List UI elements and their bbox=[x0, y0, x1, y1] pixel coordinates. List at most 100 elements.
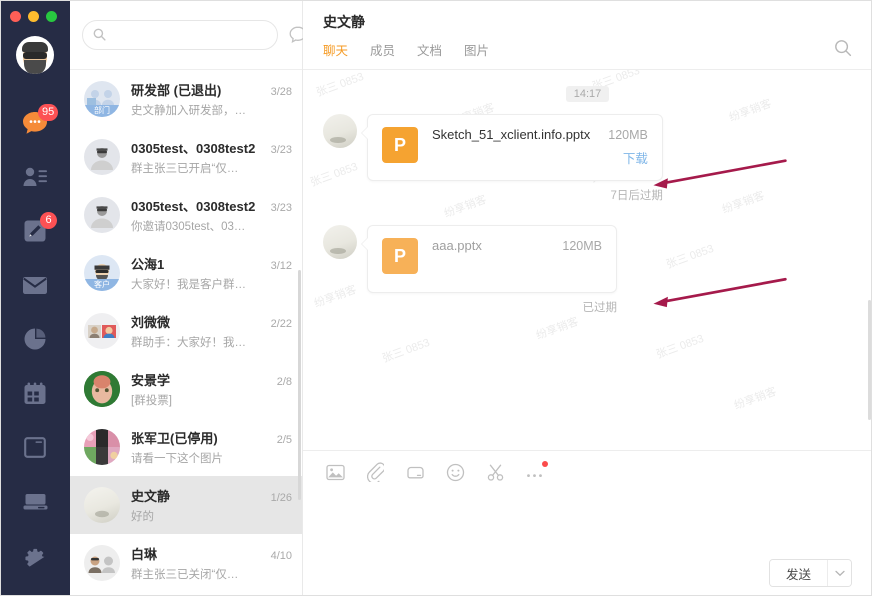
avatar bbox=[84, 197, 120, 233]
list-item[interactable]: 部门 研发部 (已退出) 3/28 史文静加入研发部，… bbox=[70, 70, 302, 128]
sidebar-item-notes[interactable]: 6 bbox=[0, 204, 70, 258]
avatar bbox=[84, 139, 120, 175]
list-item-text: 刘微微 2/22 群助手：大家好！我… bbox=[131, 312, 292, 350]
watermark: 张三 0853 bbox=[654, 332, 706, 362]
search-input[interactable] bbox=[112, 27, 267, 42]
emoji-button[interactable] bbox=[443, 460, 467, 484]
list-item-date: 3/12 bbox=[270, 260, 292, 272]
scissors-icon bbox=[487, 464, 503, 481]
list-item-title: 刘微微 bbox=[131, 315, 171, 330]
list-item-preview: 大家好！我是客户群… bbox=[131, 279, 246, 291]
list-item[interactable]: 0305test、0308test2 3/23 群主张三已开启“仅… bbox=[70, 128, 302, 186]
list-item-text: 研发部 (已退出) 3/28 史文静加入研发部，… bbox=[131, 80, 292, 118]
avatar bbox=[84, 313, 120, 349]
conversation-header: 史文静 聊天 成员 文档 图片 bbox=[303, 0, 872, 70]
duo-person-avatar-icon bbox=[88, 556, 115, 573]
calendar-icon bbox=[24, 382, 46, 404]
chat-list-scrollbar[interactable] bbox=[298, 270, 301, 500]
chevron-down-icon bbox=[834, 570, 845, 576]
message-bubble-wrap: P Sketch_51_xclient.info.pptx 120MB 下载 7… bbox=[361, 114, 663, 203]
avatar[interactable] bbox=[323, 114, 357, 148]
file-message-bubble[interactable]: P Sketch_51_xclient.info.pptx 120MB 下载 bbox=[361, 114, 663, 181]
sidebar-item-messages[interactable]: 95 bbox=[0, 96, 70, 150]
message-bubble-wrap: P aaa.pptx 120MB 已过期 bbox=[361, 225, 618, 315]
list-item[interactable]: 刘微微 2/22 群助手：大家好！我… bbox=[70, 302, 302, 360]
more-button[interactable] bbox=[523, 460, 548, 484]
list-item[interactable]: 客户 公海1 3/12 大家好！我是客户群… bbox=[70, 244, 302, 302]
avatar bbox=[84, 545, 120, 581]
file-name: Sketch_51_xclient.info.pptx bbox=[432, 127, 591, 142]
list-item[interactable]: 史文静 1/26 好的 bbox=[70, 476, 302, 534]
watermark: 纷享销客 bbox=[534, 315, 581, 343]
sidebar-item-devices[interactable] bbox=[0, 474, 70, 528]
list-item[interactable]: 安景学 2/8 [群投票] bbox=[70, 360, 302, 418]
list-item-preview: 群主张三已关闭“仅… bbox=[131, 569, 239, 581]
photo-avatar-icon bbox=[84, 371, 120, 407]
composer: 发送 bbox=[303, 450, 872, 596]
search-icon bbox=[93, 28, 106, 41]
list-item[interactable]: 白琳 4/10 群主张三已关闭“仅… bbox=[70, 534, 302, 592]
list-item[interactable]: 张军卫(已停用) 2/5 请看一下这个图片 bbox=[70, 418, 302, 476]
list-item-title: 张军卫(已停用) bbox=[131, 431, 218, 446]
list-item-preview: 你邀请0305test、03… bbox=[131, 221, 246, 233]
list-item-text: 安景学 2/8 [群投票] bbox=[131, 370, 292, 408]
list-item[interactable]: 0305test、0308test2 3/23 你邀请0305test、03… bbox=[70, 186, 302, 244]
message-row: P aaa.pptx 120MB 已过期 bbox=[323, 225, 852, 315]
list-item-preview: 群主张三已开启“仅… bbox=[131, 163, 239, 175]
sidebar-item-contacts[interactable] bbox=[0, 150, 70, 204]
pie-chart-icon bbox=[24, 328, 46, 350]
file-name: aaa.pptx bbox=[432, 238, 482, 253]
sidebar-item-workspace[interactable] bbox=[0, 420, 70, 474]
avatar: 客户 bbox=[84, 255, 120, 291]
chat-list[interactable]: 部门 研发部 (已退出) 3/28 史文静加入研发部，… 0305test、03… bbox=[70, 70, 302, 596]
maximize-button[interactable] bbox=[46, 11, 57, 22]
tab-members[interactable]: 成员 bbox=[370, 40, 395, 61]
message-input[interactable] bbox=[323, 493, 852, 550]
list-item-date: 3/23 bbox=[270, 202, 292, 214]
download-link[interactable]: 下载 bbox=[623, 152, 648, 166]
tab-chat[interactable]: 聊天 bbox=[323, 40, 348, 61]
avatar bbox=[84, 487, 120, 523]
search-box[interactable] bbox=[82, 19, 278, 50]
cloud-drive-button[interactable] bbox=[403, 460, 427, 484]
screenshot-button[interactable] bbox=[483, 460, 507, 484]
tab-documents[interactable]: 文档 bbox=[417, 40, 442, 61]
page-title: 史文静 bbox=[323, 14, 365, 30]
pptx-file-icon: P bbox=[382, 238, 418, 274]
image-button[interactable] bbox=[323, 460, 347, 484]
tab-images[interactable]: 图片 bbox=[464, 40, 489, 61]
message-area: 张三 0853 张三 0853 纷享销客 纷享销客 张三 0853 张三 085… bbox=[303, 70, 872, 450]
avatar-shades bbox=[23, 51, 47, 59]
file-message-bubble[interactable]: P aaa.pptx 120MB bbox=[361, 225, 617, 293]
close-button[interactable] bbox=[10, 11, 21, 22]
file-expiry-note: 7日后过期 bbox=[610, 190, 663, 202]
conversation-tabs: 聊天 成员 文档 图片 bbox=[323, 40, 854, 61]
file-meta: aaa.pptx 120MB bbox=[432, 238, 602, 253]
sidebar-item-reports[interactable] bbox=[0, 312, 70, 366]
laptop-icon bbox=[23, 493, 47, 509]
window-controls bbox=[0, 11, 57, 22]
file-expiry-note: 已过期 bbox=[582, 302, 618, 314]
avatar[interactable] bbox=[16, 36, 54, 74]
send-options-button[interactable] bbox=[827, 560, 851, 586]
attachment-button[interactable] bbox=[363, 460, 387, 484]
conversation-search-button[interactable] bbox=[834, 39, 854, 59]
watermark: 张三 0853 bbox=[380, 336, 432, 366]
list-item-preview: 群助手：大家好！我… bbox=[131, 337, 246, 349]
list-item-text: 0305test、0308test2 3/23 群主张三已开启“仅… bbox=[131, 138, 292, 176]
conversation-scrollbar[interactable] bbox=[868, 300, 871, 420]
drive-icon bbox=[406, 466, 424, 479]
sidebar-item-settings[interactable] bbox=[0, 528, 70, 582]
minimize-button[interactable] bbox=[28, 11, 39, 22]
sidebar-item-calendar[interactable] bbox=[0, 366, 70, 420]
send-button[interactable]: 发送 bbox=[769, 560, 827, 586]
avatar bbox=[84, 371, 120, 407]
list-item-date: 3/23 bbox=[270, 144, 292, 156]
sidebar-item-mail[interactable] bbox=[0, 258, 70, 312]
list-item-title: 公海1 bbox=[131, 257, 165, 272]
messages-badge: 95 bbox=[38, 104, 59, 121]
avatar[interactable] bbox=[323, 225, 357, 259]
person-avatar-icon bbox=[91, 205, 113, 228]
message-timestamp-row: 14:17 bbox=[323, 86, 852, 102]
mail-icon bbox=[23, 276, 47, 294]
